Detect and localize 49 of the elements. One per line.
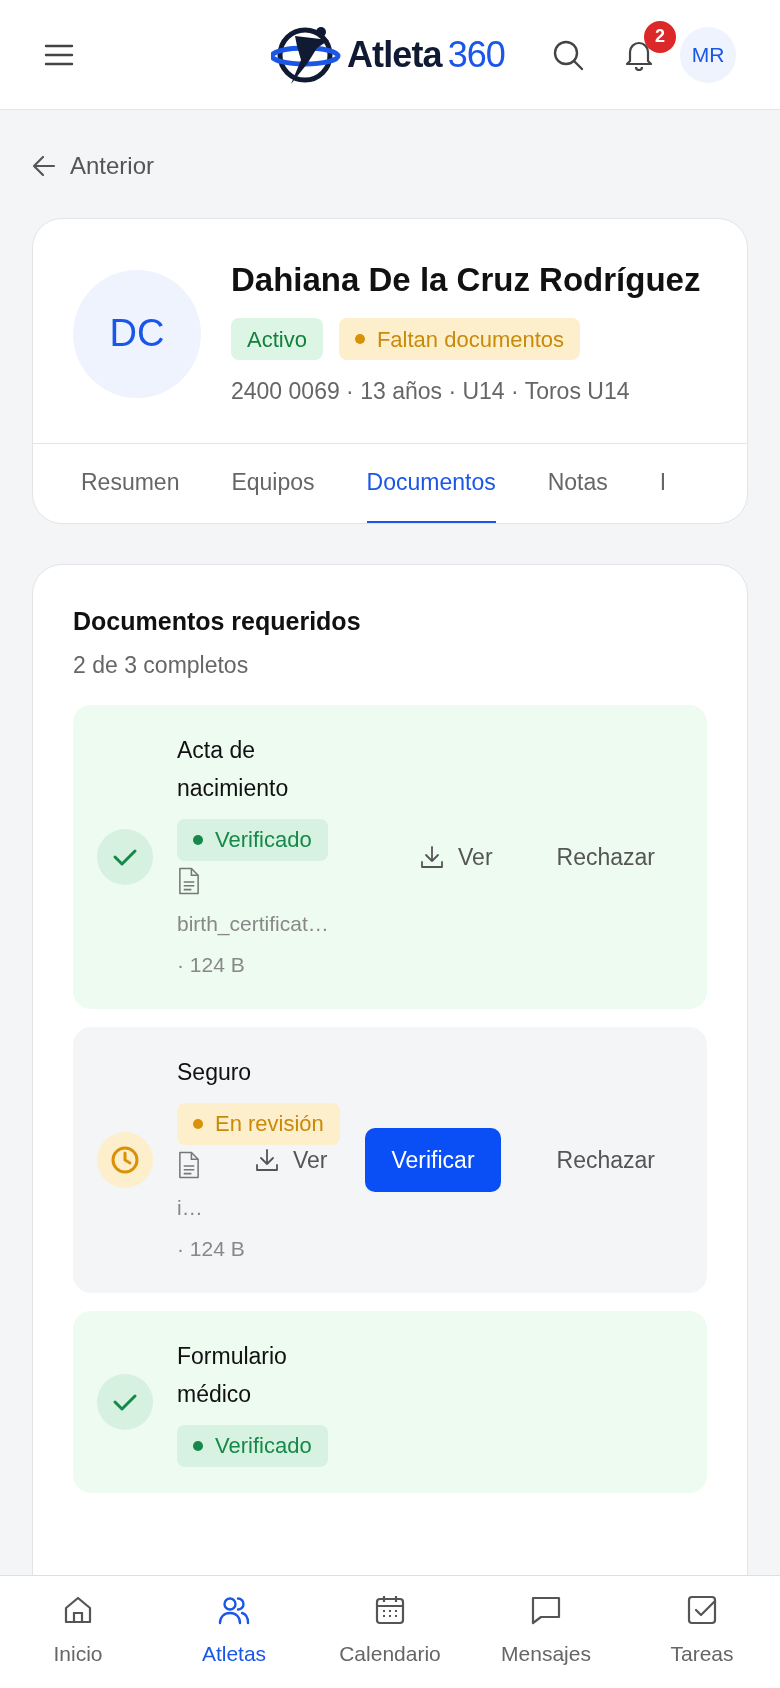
calendar-icon [374, 1594, 406, 1627]
file-icon [177, 1150, 201, 1179]
clock-icon [97, 1131, 153, 1188]
document-title: Seguro [177, 1057, 252, 1087]
download-icon [254, 1147, 279, 1172]
people-icon [218, 1594, 250, 1627]
check-icon [97, 1373, 153, 1430]
status-badge: Activo [231, 318, 323, 361]
logo-text: Atleta 360 [347, 32, 505, 77]
athlete-name: Dahiana De la Cruz Rodríguez [231, 260, 701, 300]
profile-tab[interactable]: Resumen [81, 443, 180, 523]
file-size: · 124 B [177, 1235, 245, 1262]
profile-tab[interactable]: I [659, 443, 667, 523]
check-icon [97, 828, 153, 885]
profile-avatar: DC [73, 269, 201, 398]
verify-button[interactable]: Verificar [365, 1127, 501, 1192]
file-icon [177, 866, 201, 895]
nav-tab[interactable]: Inicio [0, 1576, 156, 1688]
section-title: Documentos requeridos [73, 605, 362, 637]
status-badge: En revisión [177, 1102, 340, 1145]
download-icon [420, 844, 445, 869]
search-icon[interactable] [552, 38, 584, 71]
chat-bubble-icon [530, 1594, 562, 1627]
profile-tab[interactable]: Notas [547, 443, 608, 523]
status-badge: Verificado [177, 1424, 328, 1467]
document-title: Acta de nacimiento [177, 735, 290, 803]
view-button[interactable]: Ver [412, 825, 501, 888]
profile-tab[interactable]: Documentos [366, 443, 496, 523]
nav-tab[interactable]: Mensajes [468, 1576, 624, 1688]
file-size: · 124 B [177, 951, 245, 978]
file-name: birth_certificat… [177, 910, 329, 938]
completion-summary: 2 de 3 completos [73, 651, 250, 681]
profile-tab[interactable]: Equipos [231, 443, 315, 523]
status-badge: Verificado [177, 818, 328, 861]
menu-icon[interactable] [44, 43, 74, 66]
back-arrow-icon [32, 155, 56, 177]
file-name: i… [177, 1194, 203, 1221]
document-title: Formulario médico [177, 1341, 288, 1409]
nav-tab[interactable]: Calendario [312, 1576, 468, 1688]
back-link[interactable]: Anterior [32, 148, 155, 184]
reject-button[interactable]: Rechazar [530, 1128, 681, 1191]
reject-button[interactable]: Rechazar [530, 825, 681, 888]
notification-badge: 2 [644, 20, 676, 53]
nav-tab[interactable]: Atletas [156, 1576, 312, 1688]
status-badge: Faltan documentos [338, 318, 581, 361]
checkbox-icon [686, 1594, 718, 1627]
user-avatar[interactable]: MR [680, 26, 736, 83]
athlete-details: 2400 0069 · 13 años · U14 · Toros U14 [231, 377, 631, 407]
nav-tab[interactable]: Tareas [624, 1576, 780, 1688]
